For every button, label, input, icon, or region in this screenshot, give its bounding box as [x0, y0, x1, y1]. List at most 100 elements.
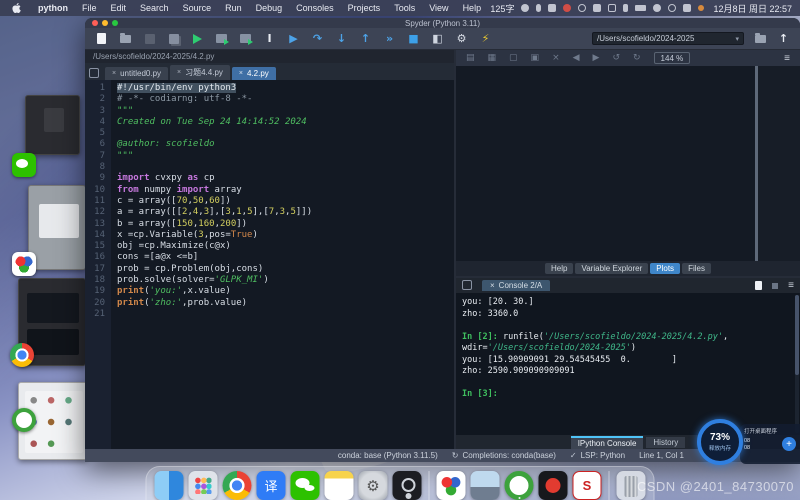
dock-icon-wps[interactable]: S — [573, 471, 602, 500]
dock-icon-cad-app[interactable] — [437, 471, 466, 500]
menubar-clock[interactable]: 12月8日 周日 22:57 — [713, 2, 792, 15]
dock-icon-finder[interactable] — [155, 471, 184, 500]
menu-item-file[interactable]: File — [75, 3, 104, 13]
close-icon[interactable]: × — [112, 70, 116, 77]
stop-debug-icon[interactable]: ■ — [407, 32, 420, 45]
menu-item-source[interactable]: Source — [176, 3, 219, 13]
editor-tab-untitled0.py[interactable]: ×untitled0.py — [105, 67, 168, 80]
close-icon[interactable]: × — [177, 69, 181, 76]
menu-item-python[interactable]: python — [31, 3, 75, 13]
continue-icon[interactable]: » — [383, 32, 396, 45]
step-over-icon[interactable]: ↷ — [311, 32, 324, 45]
hamburger-menu-icon[interactable]: ≡ — [784, 53, 790, 64]
mic-icon[interactable] — [536, 4, 541, 12]
save-all-icon[interactable] — [167, 32, 180, 45]
dock-icon-settings[interactable]: ⚙ — [359, 471, 388, 500]
editor-tab-4.2.py[interactable]: ×4.2.py — [232, 67, 276, 80]
run-cell-advance-icon[interactable] — [239, 32, 252, 45]
save-icon[interactable] — [143, 32, 156, 45]
bluetooth-icon[interactable] — [623, 4, 628, 12]
ipython-console[interactable]: you: [20. 30.]zho: 3360.0 In [2]: runfil… — [456, 293, 800, 435]
display-icon[interactable] — [683, 4, 691, 12]
add-button[interactable]: + — [782, 437, 796, 451]
save-all-plots-icon[interactable]: ▦ — [488, 54, 497, 63]
zoom-out-icon[interactable]: ↻ — [633, 54, 641, 63]
run-file-icon[interactable] — [191, 32, 204, 45]
menu-item-help[interactable]: Help — [456, 3, 489, 13]
floating-panel[interactable]: 打开桌面程序 08 08 + — [740, 424, 800, 464]
remove-all-plots-icon[interactable]: × — [552, 54, 560, 63]
green-ring-app-icon[interactable] — [12, 408, 36, 432]
close-icon[interactable]: × — [239, 70, 243, 77]
previous-plot-icon[interactable]: ◀ — [573, 54, 580, 63]
cad-app-icon[interactable] — [12, 252, 36, 276]
chrome-icon[interactable] — [10, 343, 34, 367]
plots-thumbnail-list[interactable] — [758, 66, 800, 261]
new-console-icon[interactable] — [755, 281, 762, 290]
tab-help[interactable]: Help — [545, 263, 573, 274]
pythonpath-icon[interactable]: ⚡ — [479, 32, 492, 45]
tab-variable-explorer[interactable]: Variable Explorer — [575, 263, 648, 274]
tab-plots[interactable]: Plots — [650, 263, 680, 274]
search-icon[interactable] — [668, 4, 676, 12]
keyboard-icon[interactable] — [548, 4, 556, 12]
tab-ipython-console[interactable]: IPython Console — [571, 436, 644, 449]
completions-status[interactable]: Completions: conda(base) — [463, 451, 556, 460]
menu-item-run[interactable]: Run — [218, 3, 249, 13]
dock-icon-keychain[interactable] — [393, 471, 422, 500]
parent-directory-button[interactable]: ↑ — [777, 32, 790, 45]
menu-item-consoles[interactable]: Consoles — [289, 3, 341, 13]
dock-icon-preview[interactable] — [471, 471, 500, 500]
minimized-window-dialog[interactable] — [28, 185, 86, 270]
dock-icon-chrome[interactable] — [223, 471, 252, 500]
open-file-icon[interactable] — [119, 32, 132, 45]
dock-icon-wechat[interactable] — [291, 471, 320, 500]
record-dot-icon[interactable] — [563, 4, 571, 12]
save-plot-icon[interactable]: ▤ — [466, 54, 475, 63]
debug-file-icon[interactable]: ▶ — [287, 32, 300, 45]
zoom-in-icon[interactable]: ↺ — [612, 54, 620, 63]
menu-item-edit[interactable]: Edit — [104, 3, 134, 13]
split-window-icon[interactable] — [608, 4, 616, 12]
tab-files[interactable]: Files — [682, 263, 711, 274]
step-out-icon[interactable]: ↑ — [359, 32, 372, 45]
console-scrollbar[interactable] — [795, 295, 799, 433]
interrupt-kernel-icon[interactable] — [772, 283, 778, 289]
shapes-icon[interactable] — [578, 4, 586, 12]
dock-icon-red-apple-app[interactable] — [539, 471, 568, 500]
memory-cleaner-widget[interactable]: 73% 释放内存 — [697, 419, 743, 465]
step-into-icon[interactable]: ↓ — [335, 32, 348, 45]
dock-icon-launchpad[interactable] — [189, 471, 218, 500]
menu-item-tools[interactable]: Tools — [387, 3, 422, 13]
copy-plot-icon[interactable]: ▢ — [509, 54, 518, 63]
editor-tab-习题4.4.py[interactable]: ×习题4.4.py — [170, 65, 230, 80]
menu-item-view[interactable]: View — [422, 3, 455, 13]
plots-zoom-level[interactable]: 144 % — [654, 52, 691, 64]
window-titlebar[interactable]: Spyder (Python 3.11) — [85, 18, 800, 28]
browse-tabs-icon[interactable] — [89, 68, 99, 78]
run-selection-icon[interactable]: I — [263, 32, 276, 45]
screen-mirror-icon[interactable] — [521, 4, 529, 12]
menu-item-search[interactable]: Search — [133, 3, 176, 13]
tab-history[interactable]: History — [646, 437, 685, 448]
wifi-icon[interactable] — [653, 4, 661, 12]
close-icon[interactable]: × — [490, 281, 495, 290]
cloud-icon[interactable] — [593, 4, 601, 12]
dock-icon-translate[interactable]: 译 — [257, 471, 286, 500]
new-file-icon[interactable] — [95, 32, 108, 45]
run-cell-icon[interactable] — [215, 32, 228, 45]
menu-item-debug[interactable]: Debug — [249, 3, 290, 13]
minimized-window-wechat[interactable] — [25, 95, 80, 155]
dock-icon-notes[interactable] — [325, 471, 354, 500]
battery-icon[interactable] — [635, 5, 646, 11]
next-plot-icon[interactable]: ▶ — [593, 54, 600, 63]
browse-tabs-icon[interactable] — [462, 280, 472, 290]
options-menu-icon[interactable]: ≡ — [788, 281, 794, 291]
code-editor[interactable]: 1#!/usr/bin/env python32# -*- codiarng: … — [85, 80, 454, 449]
apple-logo-icon[interactable] — [12, 3, 21, 13]
dock-icon-green-ring-app[interactable] — [505, 471, 534, 500]
lsp-status[interactable]: LSP: Python — [581, 451, 625, 460]
conda-env-status[interactable]: conda: base (Python 3.11.5) — [338, 451, 438, 460]
menu-item-projects[interactable]: Projects — [341, 3, 388, 13]
working-directory-combobox[interactable]: /Users/scofieldo/2024-2025 ▾ — [592, 32, 744, 45]
